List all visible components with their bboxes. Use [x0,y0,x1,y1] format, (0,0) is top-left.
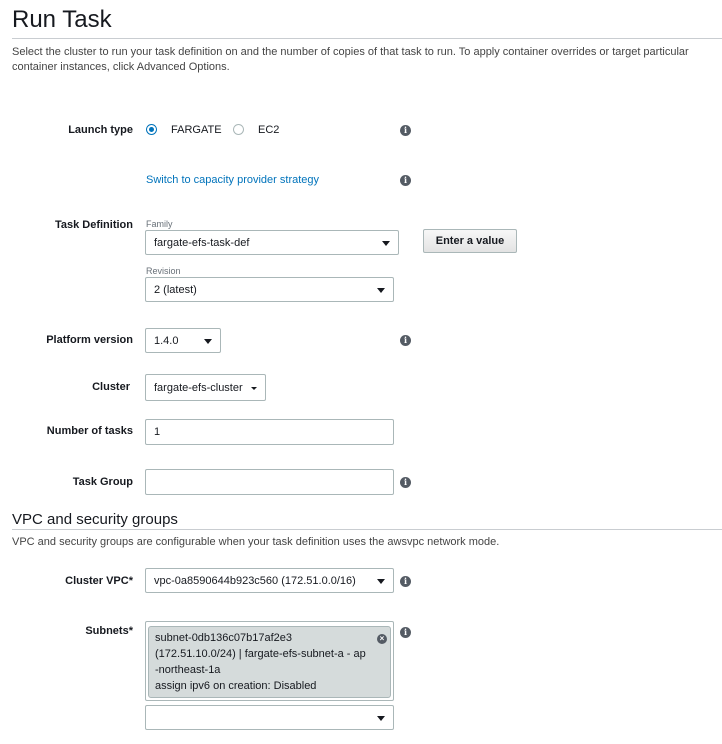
platform-version-select[interactable]: 1.4.0 [145,328,221,353]
subnet-chip-line: subnet-0db136c07b17af2e3 [155,632,293,644]
capacity-provider-link[interactable]: Switch to capacity provider strategy [146,174,319,186]
cluster-label: Cluster [92,381,130,393]
subnets-label: Subnets* [85,625,133,637]
caret-down-icon [204,339,212,344]
family-label: Family [146,219,173,229]
subnet-chip: subnet-0db136c07b17af2e3 (172.51.10.0/24… [148,626,391,698]
cluster-vpc-label: Cluster VPC* [65,575,133,587]
subnet-add-select[interactable] [145,705,394,730]
page-description: Select the cluster to run your task defi… [12,46,689,73]
info-icon[interactable]: i [400,477,411,488]
number-of-tasks-label: Number of tasks [46,425,133,437]
title-divider [12,38,722,39]
revision-select-value: 2 (latest) [154,284,197,296]
info-icon[interactable]: i [400,175,411,186]
revision-select[interactable]: 2 (latest) [145,277,394,302]
page-title: Run Task [12,6,112,33]
caret-down-icon [377,716,385,721]
family-select-value: fargate-efs-task-def [154,237,250,249]
subnet-chip-line: (172.51.10.0/24) | fargate-efs-subnet-a … [155,648,366,660]
fargate-radio[interactable] [146,124,157,135]
task-definition-label: Task Definition [54,219,133,231]
info-icon[interactable]: i [400,125,411,136]
task-group-label: Task Group [72,476,133,488]
vpc-divider [12,529,722,530]
remove-icon[interactable]: × [377,634,387,644]
info-icon[interactable]: i [400,576,411,587]
enter-value-button[interactable]: Enter a value [423,229,517,253]
subnet-chip-line: assign ipv6 on creation: Disabled [155,680,317,692]
revision-label: Revision [146,266,181,276]
launch-type-label: Launch type [68,124,133,136]
cluster-vpc-value: vpc-0a8590644b923c560 (172.51.0.0/16) [154,575,356,587]
family-select[interactable]: fargate-efs-task-def [145,230,399,255]
platform-version-label: Platform version [46,334,133,346]
caret-down-icon [377,579,385,584]
vpc-section-description: VPC and security groups are configurable… [12,536,500,548]
task-group-input[interactable] [145,469,394,495]
caret-down-icon [251,387,257,390]
platform-version-value: 1.4.0 [154,335,179,347]
number-of-tasks-input[interactable]: 1 [145,419,394,445]
vpc-section-title: VPC and security groups [12,511,178,528]
ec2-radio[interactable] [233,124,244,135]
ec2-radio-label[interactable]: EC2 [258,124,279,136]
info-icon[interactable]: i [400,335,411,346]
cluster-vpc-select[interactable]: vpc-0a8590644b923c560 (172.51.0.0/16) [145,568,394,593]
cluster-select-value: fargate-efs-cluster [154,382,243,394]
cluster-select[interactable]: fargate-efs-cluster [145,374,266,401]
subnet-chip-line: -northeast-1a [155,664,221,676]
info-icon[interactable]: i [400,627,411,638]
caret-down-icon [382,241,390,246]
fargate-radio-label[interactable]: FARGATE [171,124,222,136]
caret-down-icon [377,288,385,293]
